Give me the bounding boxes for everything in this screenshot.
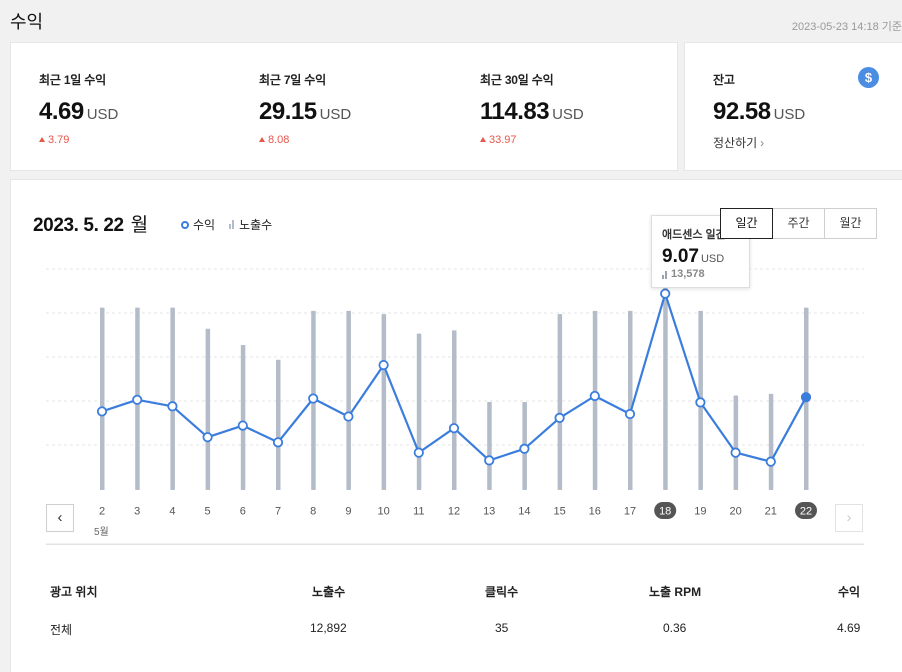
revenue-point [96,406,108,417]
table-cell: 4.69 [837,621,861,635]
revenue-point [484,455,495,466]
x-tick-label: 5 [205,506,211,518]
revenue-point [624,408,636,420]
impressions-bar [452,330,457,490]
tooltip-unit: USD [700,253,725,265]
x-tick-label: 14 [518,506,530,518]
revenue-point [554,412,565,423]
x-tick-label: 11 [413,506,424,518]
column-header: 수익 [838,585,861,599]
x-tick-label: 2 [99,506,105,518]
impressions-bar [768,393,774,490]
impressions-bar [100,307,105,490]
revenue-point [237,420,248,431]
revenue-point [132,394,143,405]
x-tick-label: 21 [765,506,777,518]
impressions-bar [557,314,563,490]
impressions-bar [205,328,211,490]
x-tick-label: 20 [729,506,741,518]
revenue-point [308,393,319,404]
revenue-point [589,390,600,402]
impressions-bar [487,402,492,490]
revenue-point [272,437,284,448]
x-tick-label: 6 [240,506,246,518]
x-tick-label: 8 [310,506,316,518]
x-tick-label: 10 [377,506,389,518]
impressions-bar [733,395,739,490]
x-tick-label: 15 [553,506,565,518]
x-tick-label: 12 [448,506,460,518]
x-tick-label: 18 [659,506,671,518]
revenue-point [378,359,389,371]
revenue-point [695,397,706,408]
revenue-point [660,288,671,299]
x-tick-label: 22 [800,506,812,518]
month-label: 5월 [94,527,109,538]
impressions-bar [628,310,633,490]
chart-prev-button[interactable]: ‹ [46,504,74,532]
x-tick-label: 9 [345,506,351,518]
revenue-point [519,443,530,454]
tab-daily[interactable]: 일간 [720,208,773,239]
revenue-point [167,401,178,412]
bar-marker-icon [662,270,668,279]
placement-table: 광고 위치 노출수 클릭수 노출 RPM 수익 전체 12,892 35 0.3… [46,544,864,637]
revenue-chart: 2 3 4 5 6 7 8 9 10 11 12 13 14 15 16 17 18 19 20 21 22 [46,268,864,545]
table-cell: 12,892 [310,621,347,635]
x-tick-label: 7 [275,506,281,518]
impressions-bar [170,307,175,490]
x-tick-label: 4 [169,506,175,518]
impressions-bar [381,314,387,490]
revenue-point [413,447,424,458]
revenue-point [800,392,812,403]
revenue-point [730,447,741,458]
column-header: 노출 RPM [649,585,702,599]
impressions-bar [346,310,351,490]
table-cell: 35 [495,621,509,635]
table-cell: 전체 [50,623,73,637]
revenue-point [448,423,460,434]
x-tick-label: 17 [624,506,636,518]
x-tick-label: 3 [134,506,140,518]
chart-next-button[interactable]: › [835,504,863,532]
tooltip-value: 9.07 [662,246,699,267]
revenue-point [343,411,354,422]
tooltip-impressions-value: 13,578 [671,268,705,280]
revenue-point [765,456,776,467]
table-cell: 0.36 [663,621,687,635]
impressions-bar [276,359,281,490]
column-header: 광고 위치 [50,585,98,599]
x-tick-label: 19 [694,506,706,518]
x-tick-label: 13 [483,506,495,518]
column-header: 노출수 [312,585,346,599]
revenue-point [202,432,213,443]
impressions-bar [240,345,246,490]
impressions-bar [416,333,422,490]
revenue-page: 수익 2023-05-23 14:18 기준 최근 1일 수익 4.69 USD … [0,0,902,672]
tooltip-impressions: 13,578 [662,268,749,280]
column-header: 클릭수 [485,585,519,599]
tooltip-value-row: 9.07 USD [662,246,749,268]
x-tick-label: 16 [589,506,601,518]
